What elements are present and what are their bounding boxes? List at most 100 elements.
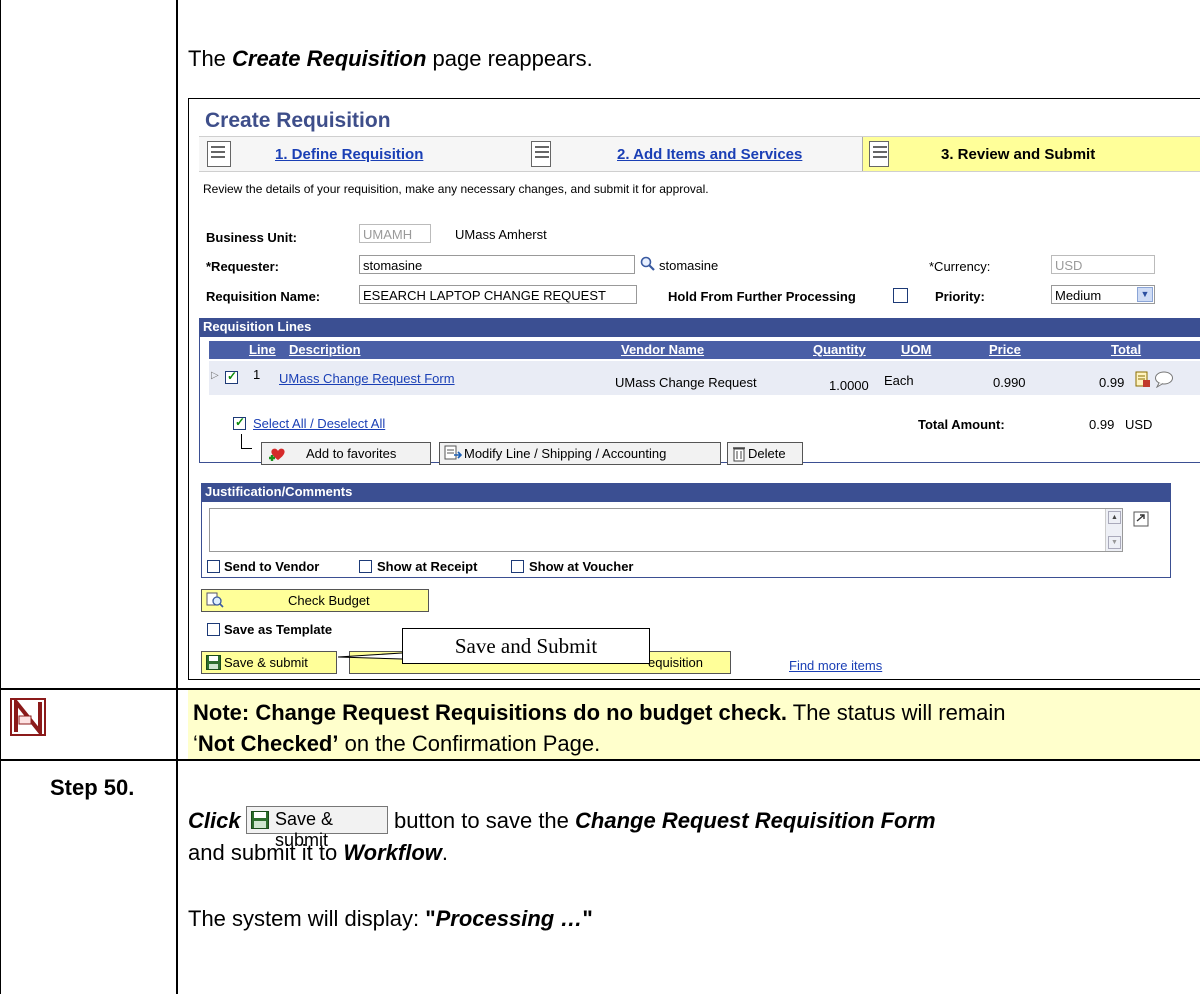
step-form-name: Change Request Requisition Form bbox=[575, 808, 936, 833]
step-click-word: Click bbox=[188, 808, 241, 833]
currency-field: USD bbox=[1051, 255, 1155, 274]
note-bold: Note: Change Request Requisitions do no … bbox=[193, 700, 788, 725]
step-line2-prefix: and submit it to bbox=[188, 840, 344, 865]
step-after-button: button to save the bbox=[394, 808, 576, 833]
scroll-down-icon[interactable]: ▼ bbox=[1108, 536, 1121, 549]
requester-field[interactable]: stomasine bbox=[359, 255, 635, 274]
hold-checkbox[interactable] bbox=[893, 288, 908, 303]
step-instruction-line1-cont: button to save the Change Request Requis… bbox=[394, 808, 936, 834]
save-and-submit-button[interactable]: Save & submit bbox=[201, 651, 337, 674]
justification-textarea[interactable]: ▲ ▼ bbox=[209, 508, 1123, 552]
column-header-vendor-name[interactable]: Vendor Name bbox=[621, 342, 704, 357]
show-at-receipt-checkbox[interactable] bbox=[359, 560, 372, 573]
column-header-total[interactable]: Total bbox=[1111, 342, 1141, 357]
note-text: Note: Change Request Requisitions do no … bbox=[193, 697, 1198, 759]
modify-line-icon bbox=[444, 445, 463, 462]
add-items-icon bbox=[531, 141, 551, 167]
line-details-icon[interactable] bbox=[1135, 371, 1151, 388]
add-to-favorites-label: Add to favorites bbox=[306, 446, 397, 461]
show-at-voucher-checkbox[interactable] bbox=[511, 560, 524, 573]
scroll-up-icon[interactable]: ▲ bbox=[1108, 511, 1121, 524]
step-number: Step 50. bbox=[50, 775, 135, 800]
priority-select[interactable]: Medium ▼ bbox=[1051, 285, 1155, 304]
step-define-requisition[interactable]: 1. Define Requisition bbox=[275, 146, 423, 163]
show-at-receipt-label: Show at Receipt bbox=[377, 559, 478, 574]
step-display-prefix: The system will display: bbox=[188, 906, 426, 931]
floppy-disk-icon bbox=[206, 655, 221, 670]
line-description-link[interactable]: UMass Change Request Form bbox=[279, 371, 455, 386]
line-select-checkbox[interactable] bbox=[225, 369, 238, 384]
requester-label: *Requester: bbox=[206, 259, 279, 274]
save-and-submit-callout: Save and Submit bbox=[402, 628, 650, 664]
step-quote-open: " bbox=[425, 906, 436, 931]
total-amount-label: Total Amount: bbox=[918, 417, 1005, 432]
expand-textarea-icon[interactable] bbox=[1133, 511, 1149, 527]
search-icon[interactable] bbox=[640, 256, 656, 272]
note-rest: The status will remain bbox=[787, 700, 1006, 725]
intro-text: The Create Requisition page reappears. bbox=[188, 46, 593, 72]
instructions-text: Review the details of your requisition, … bbox=[203, 182, 709, 196]
modify-line-button[interactable]: Modify Line / Shipping / Accounting bbox=[439, 442, 721, 465]
column-header-quantity[interactable]: Quantity bbox=[813, 342, 866, 357]
step-review-submit: 3. Review and Submit bbox=[941, 146, 1096, 163]
column-header-description[interactable]: Description bbox=[289, 342, 361, 357]
trash-icon bbox=[732, 446, 746, 462]
find-more-items-link[interactable]: Find more items bbox=[789, 658, 882, 673]
save-as-template-checkbox[interactable] bbox=[207, 623, 220, 636]
step-line2-suffix: . bbox=[441, 840, 449, 865]
save-as-template-label: Save as Template bbox=[224, 622, 333, 637]
requisition-name-label: Requisition Name: bbox=[206, 289, 321, 304]
step-workflow: Workflow bbox=[343, 840, 442, 865]
total-amount-value: 0.99 bbox=[1089, 417, 1115, 432]
select-all-checkbox[interactable] bbox=[233, 415, 246, 430]
modify-line-label: Modify Line / Shipping / Accounting bbox=[464, 446, 667, 461]
note-status: Not Checked’ bbox=[197, 731, 339, 756]
business-unit-field: UMAMH bbox=[359, 224, 431, 243]
table-left-border bbox=[0, 0, 1, 994]
step-add-items[interactable]: 2. Add Items and Services bbox=[617, 146, 802, 163]
save-and-submit-label: Save & submit bbox=[224, 655, 308, 670]
column-header-price[interactable]: Price bbox=[989, 342, 1021, 357]
business-unit-label: Business Unit: bbox=[206, 230, 298, 245]
column-header-uom[interactable]: UOM bbox=[901, 342, 931, 357]
step-instruction-line2: and submit it to Workflow. bbox=[188, 840, 448, 866]
line-quantity: 1.0000 bbox=[829, 378, 869, 393]
create-requisition-screenshot: Create Requisition 1. Define Requisition… bbox=[188, 98, 1200, 680]
define-requisition-icon bbox=[207, 141, 231, 167]
requisition-button-label: equisition bbox=[648, 655, 703, 670]
send-to-vendor-checkbox[interactable] bbox=[207, 560, 220, 573]
intro-page-name: Create Requisition bbox=[232, 46, 427, 71]
textarea-scrollbar[interactable]: ▲ ▼ bbox=[1105, 509, 1122, 551]
page-title: Create Requisition bbox=[205, 109, 391, 132]
step-instruction-line3: The system will display: "Processing …" bbox=[188, 906, 593, 932]
floppy-disk-icon bbox=[251, 811, 269, 829]
priority-label: Priority: bbox=[935, 289, 985, 304]
document-page: The Create Requisition page reappears. C… bbox=[0, 0, 1200, 994]
review-submit-icon bbox=[869, 141, 889, 167]
priority-value: Medium bbox=[1055, 288, 1102, 303]
callout-pointer bbox=[337, 648, 403, 660]
heart-icon bbox=[267, 445, 289, 463]
add-to-favorites-button[interactable]: Add to favorites bbox=[261, 442, 431, 465]
requisition-name-field[interactable]: ESEARCH LAPTOP CHANGE REQUEST bbox=[359, 285, 637, 304]
comment-icon[interactable] bbox=[1154, 371, 1174, 389]
hold-label: Hold From Further Processing bbox=[668, 289, 856, 304]
requisition-steps-bar: 1. Define Requisition 2. Add Items and S… bbox=[199, 136, 1200, 172]
line-price: 0.990 bbox=[993, 375, 1026, 390]
check-budget-button[interactable]: Check Budget bbox=[201, 589, 429, 612]
note-tail: on the Confirmation Page. bbox=[338, 731, 601, 756]
delete-button[interactable]: Delete bbox=[727, 442, 803, 465]
intro-prefix: The bbox=[188, 46, 233, 71]
step-processing: Processing … bbox=[435, 906, 583, 931]
delete-label: Delete bbox=[748, 446, 786, 461]
check-budget-label: Check Budget bbox=[288, 593, 370, 608]
requisition-lines-header: Requisition Lines bbox=[199, 318, 1200, 336]
line-number: 1 bbox=[253, 367, 261, 382]
column-header-line[interactable]: Line bbox=[249, 342, 276, 357]
total-amount-currency: USD bbox=[1125, 417, 1153, 432]
select-all-link[interactable]: Select All / Deselect All bbox=[253, 416, 385, 431]
table-column-divider bbox=[176, 0, 178, 994]
note-icon bbox=[10, 696, 46, 738]
expand-row-icon[interactable]: ▷ bbox=[211, 370, 219, 381]
inline-save-submit-button-image: Save & submit bbox=[246, 806, 388, 850]
